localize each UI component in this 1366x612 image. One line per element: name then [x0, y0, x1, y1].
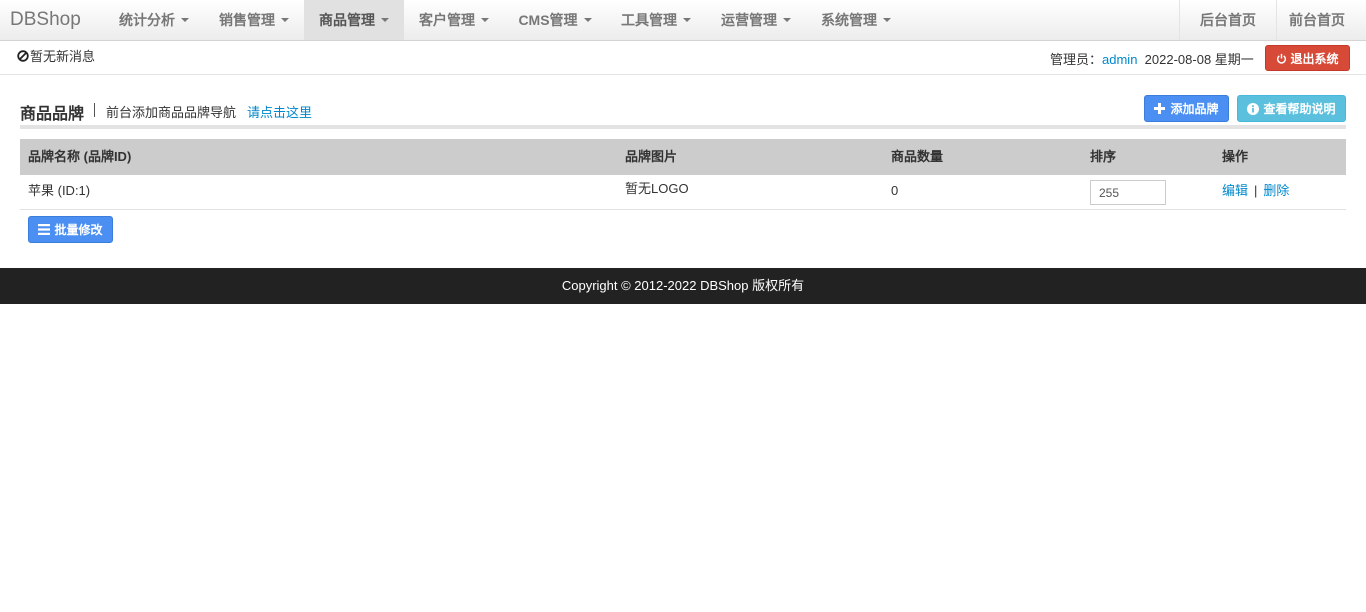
caret-down-icon	[181, 18, 189, 23]
page-description: 前台添加商品品牌导航	[106, 105, 237, 120]
list-icon	[38, 224, 51, 235]
caret-down-icon	[783, 18, 791, 23]
message-text: 暂无新消息	[30, 49, 96, 64]
caret-down-icon	[481, 18, 489, 23]
power-icon	[1276, 53, 1287, 64]
add-brand-button[interactable]: 添加品牌	[1144, 95, 1229, 122]
column-sort: 排序	[1090, 149, 1117, 164]
column-goods-count: 商品数量	[891, 149, 944, 164]
menu-label: 客户管理	[419, 12, 475, 28]
brand-image-cell: 暂无LOGO	[625, 181, 689, 196]
goods-count-cell: 0	[891, 183, 899, 198]
notification-message: 暂无新消息	[17, 46, 95, 65]
menu-goods[interactable]: 商品管理	[304, 0, 404, 40]
top-navbar: DBShop 统计分析 销售管理 商品管理 客户管理 CMS管理 工具管理 运营…	[0, 0, 1366, 41]
menu-sales[interactable]: 销售管理	[204, 0, 304, 40]
admin-label: 管理员：	[1050, 52, 1103, 67]
caret-down-icon	[583, 18, 592, 23]
actions-cell: 编辑 | 删除	[1222, 175, 1289, 209]
column-actions: 操作	[1222, 149, 1249, 164]
caret-down-icon	[281, 18, 289, 23]
batch-edit-button[interactable]: 批量修改	[28, 216, 113, 243]
menu-label: 运营管理	[721, 12, 777, 28]
brand-nav-link[interactable]: 请点击这里	[247, 102, 312, 121]
menu-label: 工具管理	[621, 12, 677, 28]
menu-label: 商品管理	[319, 12, 375, 28]
header-rule	[20, 125, 1346, 129]
menu-label: 统计分析	[119, 12, 175, 28]
info-icon	[1247, 102, 1260, 115]
table-row: 苹果 (ID:1) 暂无LOGO 0 编辑 | 删除	[20, 175, 1346, 210]
caret-down-icon	[683, 18, 691, 23]
message-bar: 暂无新消息 管理员：admin 2022-08-08 星期一 退出系统	[0, 41, 1366, 75]
link-front-home[interactable]: 前台首页	[1277, 0, 1357, 40]
batch-edit-label: 批量修改	[54, 223, 103, 237]
caret-down-icon	[883, 18, 891, 23]
help-button[interactable]: 查看帮助说明	[1237, 95, 1346, 122]
link-admin-home[interactable]: 后台首页	[1180, 0, 1276, 40]
brand-name-cell: 苹果 (ID:1)	[28, 183, 91, 198]
title-divider	[94, 103, 95, 117]
column-brand-name: 品牌名称 (品牌ID)	[28, 149, 132, 164]
delete-link[interactable]: 删除	[1263, 183, 1289, 198]
footer-copyright: Copyright © 2012-2022 DBShop 版权所有	[0, 268, 1366, 304]
plus-icon	[1154, 103, 1166, 114]
action-divider: |	[1254, 183, 1258, 198]
add-brand-label: 添加品牌	[1170, 102, 1219, 116]
menu-system[interactable]: 系统管理	[806, 0, 906, 40]
help-label: 查看帮助说明	[1263, 102, 1336, 116]
menu-cms[interactable]: CMS管理	[504, 0, 606, 40]
menu-operations[interactable]: 运营管理	[706, 0, 806, 40]
menu-label: 销售管理	[219, 12, 275, 28]
menu-tools[interactable]: 工具管理	[606, 0, 706, 40]
admin-info: 管理员：admin 2022-08-08 星期一	[1050, 49, 1254, 68]
logout-button[interactable]: 退出系统	[1265, 45, 1350, 71]
table-header: 品牌名称 (品牌ID) 品牌图片 商品数量 排序 操作	[20, 139, 1346, 175]
menu-label: CMS管理	[518, 12, 578, 28]
caret-down-icon	[381, 18, 389, 23]
admin-name-link[interactable]: admin	[1102, 52, 1137, 67]
ban-icon	[17, 49, 29, 62]
page-title: 商品品牌	[20, 106, 85, 123]
menu-label: 系统管理	[821, 12, 877, 28]
logout-label: 退出系统	[1290, 51, 1339, 66]
menu-customers[interactable]: 客户管理	[404, 0, 504, 40]
brand-logo[interactable]: DBShop	[10, 9, 81, 31]
menu-stats[interactable]: 统计分析	[104, 0, 204, 40]
column-brand-image: 品牌图片	[625, 149, 678, 164]
edit-link[interactable]: 编辑	[1222, 183, 1248, 198]
sort-input[interactable]	[1090, 180, 1166, 205]
current-date: 2022-08-08 星期一	[1144, 52, 1254, 67]
